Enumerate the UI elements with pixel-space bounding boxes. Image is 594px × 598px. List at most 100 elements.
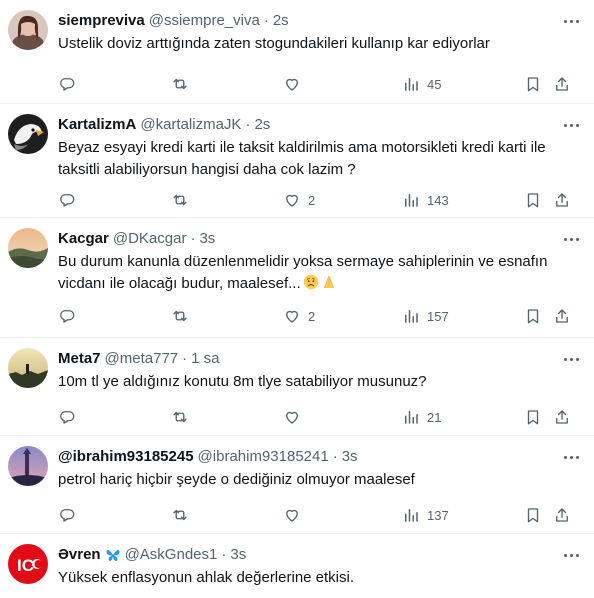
timestamp[interactable]: 3s xyxy=(199,229,215,249)
tweet-4[interactable]: Meta7 @meta777 · 1 sa 10m tl ye aldığını… xyxy=(0,338,594,436)
action-bar: 2 157 xyxy=(58,297,582,335)
reply-icon xyxy=(60,411,75,424)
views-icon xyxy=(405,411,418,424)
tweet-2[interactable]: KartalizmA @kartalizmaJK · 2s Beyaz esya… xyxy=(0,104,594,218)
reply-button[interactable] xyxy=(58,506,83,524)
separator-dot: · xyxy=(332,448,338,465)
views-button[interactable]: 143 xyxy=(402,191,449,209)
tweet-header: Meta7 @meta777 · 1 sa xyxy=(58,338,582,369)
avatar-image xyxy=(8,348,48,388)
bookmark-button[interactable] xyxy=(524,75,542,93)
display-name[interactable]: @ibrahim93185245 xyxy=(58,447,194,467)
user-handle[interactable]: @DKacgar xyxy=(113,229,187,249)
more-icon[interactable] xyxy=(562,116,580,134)
user-handle[interactable]: @ibrahim93185241 xyxy=(198,447,329,467)
avatar[interactable] xyxy=(8,348,48,388)
share-button[interactable] xyxy=(553,75,571,93)
share-icon xyxy=(556,309,568,323)
user-handle[interactable]: @AskGndes1 xyxy=(125,545,218,565)
reply-button[interactable] xyxy=(58,191,83,209)
reply-button[interactable] xyxy=(58,307,83,325)
retweet-button[interactable] xyxy=(171,191,196,209)
bookmark-icon xyxy=(527,309,539,324)
views-button[interactable]: 21 xyxy=(402,408,441,426)
views-button[interactable]: 137 xyxy=(402,506,449,524)
avatar-image: IC xyxy=(8,544,48,584)
avatar[interactable]: IC xyxy=(8,544,48,584)
bookmark-button[interactable] xyxy=(524,506,542,524)
reply-button[interactable] xyxy=(58,75,83,93)
avatar[interactable] xyxy=(8,446,48,486)
like-button[interactable] xyxy=(283,408,308,426)
retweet-button[interactable] xyxy=(171,506,196,524)
like-button[interactable]: 2 xyxy=(283,191,315,209)
action-bar: 45 xyxy=(58,65,582,103)
views-icon xyxy=(405,509,418,522)
tweet-header: Əvren @AskGndes1 · 3s xyxy=(58,534,582,565)
like-button[interactable]: 2 xyxy=(283,307,315,325)
display-name[interactable]: Əvren xyxy=(58,545,101,565)
tweet-header: @ibrahim93185245 @ibrahim93185241 · 3s xyxy=(58,436,582,467)
folded-hands-emoji xyxy=(323,276,334,288)
tweet-1[interactable]: siempreviva @ssiempre_viva · 2s Ustelik … xyxy=(0,0,594,104)
display-name[interactable]: Meta7 xyxy=(58,349,101,369)
share-button[interactable] xyxy=(553,191,571,209)
share-button[interactable] xyxy=(553,408,571,426)
more-icon[interactable] xyxy=(562,230,580,248)
view-count: 157 xyxy=(427,308,449,324)
retweet-button[interactable] xyxy=(171,75,196,93)
like-icon xyxy=(286,509,298,522)
separator-dot: · xyxy=(245,116,251,133)
timestamp[interactable]: 3s xyxy=(230,545,246,565)
separator-dot: · xyxy=(190,230,196,247)
more-icon[interactable] xyxy=(562,350,580,368)
reply-icon xyxy=(60,310,75,323)
display-name[interactable]: siempreviva xyxy=(58,11,145,31)
like-button[interactable] xyxy=(283,506,308,524)
bookmark-button[interactable] xyxy=(524,191,542,209)
user-handle[interactable]: @kartalizmaJK xyxy=(140,115,241,135)
timestamp[interactable]: 1 sa xyxy=(191,349,219,369)
more-icon[interactable] xyxy=(562,448,580,466)
retweet-button[interactable] xyxy=(171,408,196,426)
like-button[interactable] xyxy=(283,75,308,93)
more-icon[interactable] xyxy=(562,12,580,30)
display-name[interactable]: KartalizmA xyxy=(58,115,136,135)
bookmark-button[interactable] xyxy=(524,307,542,325)
bookmark-button[interactable] xyxy=(524,408,542,426)
retweet-button[interactable] xyxy=(171,307,196,325)
share-button[interactable] xyxy=(553,506,571,524)
display-name[interactable]: Kacgar xyxy=(58,229,109,249)
reply-icon xyxy=(60,194,75,207)
timestamp[interactable]: 3s xyxy=(342,447,358,467)
tweet-3[interactable]: Kacgar @DKacgar · 3s Bu durum kanunla dü… xyxy=(0,218,594,338)
user-handle[interactable]: @ssiempre_viva xyxy=(149,11,260,31)
tweet-5[interactable]: @ibrahim93185245 @ibrahim93185241 · 3s p… xyxy=(0,436,594,534)
share-button[interactable] xyxy=(553,307,571,325)
view-count: 45 xyxy=(427,76,442,92)
avatar-image xyxy=(8,446,48,486)
avatar[interactable] xyxy=(8,114,48,154)
timestamp[interactable]: 2s xyxy=(273,11,289,31)
views-icon xyxy=(405,194,418,207)
tweet-text: Beyaz esyayi kredi karti ile taksit kald… xyxy=(58,139,546,178)
reply-icon xyxy=(60,78,75,91)
avatar[interactable] xyxy=(8,228,48,268)
timestamp[interactable]: 2s xyxy=(254,115,270,135)
more-icon[interactable] xyxy=(562,546,580,564)
tweet-6[interactable]: IC Əvren @AskGndes1 · 3s Yüksek enflasyo… xyxy=(0,534,594,598)
views-button[interactable]: 157 xyxy=(402,307,449,325)
reply-button[interactable] xyxy=(58,408,83,426)
avatar-image xyxy=(8,228,48,268)
view-count: 137 xyxy=(427,507,449,523)
avatar-logo-text: IC xyxy=(17,556,34,575)
tweet-text: Yüksek enflasyonun ahlak değerlerine etk… xyxy=(58,569,355,586)
views-button[interactable]: 45 xyxy=(402,75,441,93)
like-count: 2 xyxy=(308,308,316,324)
avatar[interactable] xyxy=(8,10,48,50)
share-icon xyxy=(556,193,568,207)
butterfly-emoji xyxy=(106,550,120,561)
retweet-icon xyxy=(173,310,187,322)
like-count: 2 xyxy=(308,192,316,208)
user-handle[interactable]: @meta777 xyxy=(105,349,179,369)
